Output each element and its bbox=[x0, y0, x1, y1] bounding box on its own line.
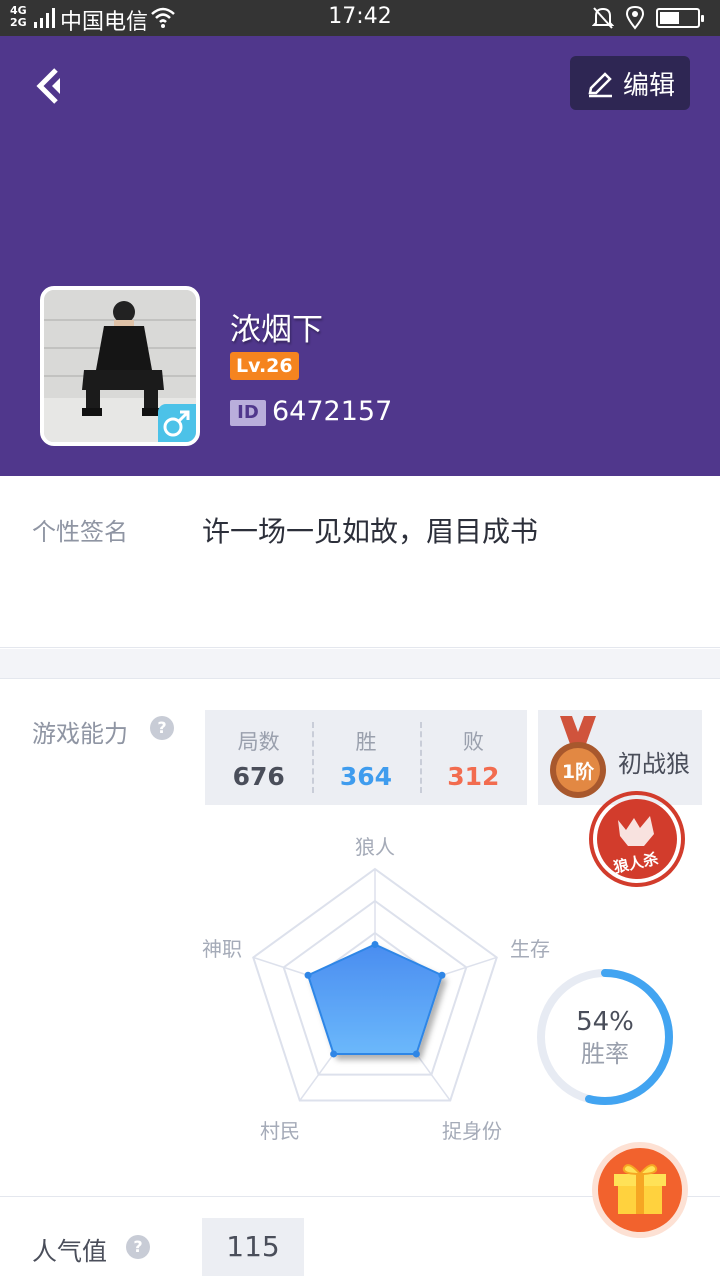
game-stats: 局数 676 胜 364 败 312 bbox=[205, 710, 527, 805]
profile-header: 编辑 浓烟下 Lv.26 ID 6472157 bbox=[0, 36, 720, 476]
stat-value: 312 bbox=[447, 762, 500, 791]
ability-radar-chart: 狼人生存捉身份 村民 神职 bbox=[202, 835, 550, 1143]
stat-label: 局数 bbox=[237, 730, 280, 754]
signature-text: 许一场一见如故，眉目成书 bbox=[202, 515, 539, 548]
stat-value: 676 bbox=[232, 762, 285, 791]
stat-label: 胜 bbox=[355, 730, 377, 754]
male-gender-icon bbox=[158, 404, 196, 442]
popularity-value: 115 bbox=[202, 1218, 304, 1276]
radar-axis-label: 狼人 bbox=[355, 835, 395, 859]
stat-value: 364 bbox=[339, 762, 393, 791]
win-rate-ring: 54% 胜率 bbox=[537, 969, 673, 1105]
edit-icon bbox=[588, 72, 612, 98]
stat-label: 败 bbox=[462, 730, 484, 754]
radar-axis-label: 村民 bbox=[260, 1119, 300, 1143]
edit-label: 编辑 bbox=[622, 70, 675, 101]
radar-point bbox=[330, 1050, 338, 1058]
radar-axis-label: 捉身份 bbox=[442, 1119, 502, 1143]
win-rate-value: 54% bbox=[576, 1007, 634, 1037]
radar-point bbox=[371, 941, 379, 949]
edit-button[interactable]: 编辑 bbox=[570, 56, 690, 110]
rank-name: 初战狼 bbox=[618, 750, 690, 778]
help-icon[interactable]: ? bbox=[150, 716, 174, 740]
section-divider bbox=[0, 649, 720, 679]
stat-wins: 胜 364 bbox=[312, 710, 419, 805]
ability-label: 游戏能力 bbox=[32, 720, 128, 748]
radar-point bbox=[304, 971, 312, 979]
battery-icon bbox=[656, 8, 704, 28]
help-icon[interactable]: ? bbox=[126, 1235, 150, 1259]
avatar[interactable] bbox=[40, 286, 200, 446]
user-id: 6472157 bbox=[272, 396, 393, 427]
radar-axis-label: 神职 bbox=[202, 937, 242, 961]
rank-badge-text: 1阶 bbox=[562, 760, 595, 783]
mute-bell-icon bbox=[592, 7, 614, 29]
nickname: 浓烟下 bbox=[230, 312, 323, 348]
back-icon[interactable] bbox=[30, 64, 74, 108]
stat-losses: 败 312 bbox=[419, 710, 527, 805]
popularity-label: 人气值 bbox=[32, 1237, 108, 1266]
radar-axis-label: 生存 bbox=[510, 937, 550, 961]
id-tag: ID bbox=[230, 400, 266, 426]
radar-area bbox=[306, 943, 444, 1055]
radar-point bbox=[412, 1050, 420, 1058]
rank-medal-icon: 1阶 bbox=[550, 716, 606, 798]
werewolf-stamp-logo: 狼人杀 bbox=[589, 791, 685, 887]
gift-icon[interactable] bbox=[590, 1140, 690, 1240]
level-badge: Lv.26 bbox=[230, 352, 299, 380]
location-icon bbox=[626, 6, 644, 30]
stat-games: 局数 676 bbox=[205, 710, 312, 805]
signature-label: 个性签名 bbox=[32, 518, 128, 546]
radar-point bbox=[438, 971, 446, 979]
status-bar: 4G 2G 中国电信 17:42 bbox=[0, 0, 720, 36]
win-rate-label: 胜率 bbox=[581, 1040, 629, 1068]
signature-row: 个性签名 许一场一见如故，眉目成书 bbox=[0, 476, 720, 648]
